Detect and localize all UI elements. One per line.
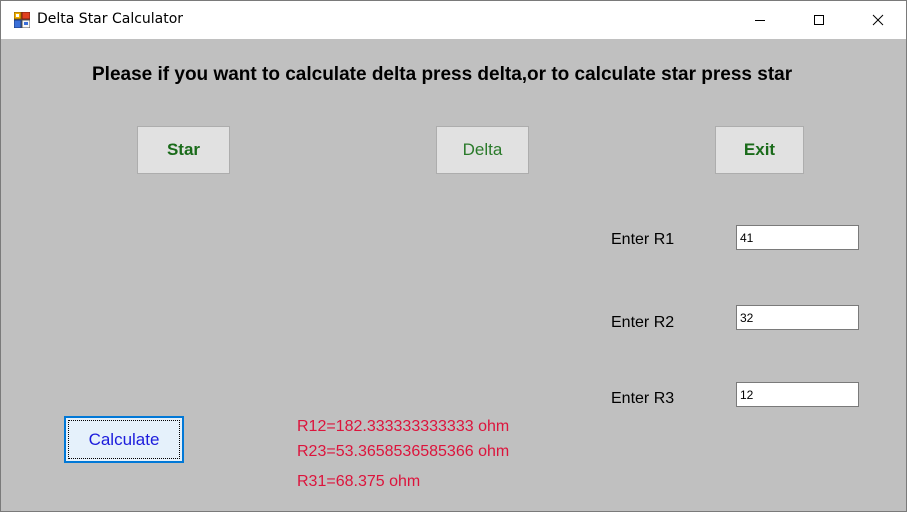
title-bar[interactable]: Delta Star Calculator [1,1,906,39]
r1-label: Enter R1 [611,231,675,248]
minimize-button[interactable] [737,1,783,39]
star-button[interactable]: Star [137,126,230,174]
maximize-icon [814,15,824,25]
r1-input[interactable] [736,225,859,250]
result-r23: R23=53.3658536585366 ohm [297,443,510,460]
instruction-label: Please if you want to calculate delta pr… [92,64,793,85]
exit-button[interactable]: Exit [715,126,804,174]
r2-input[interactable] [736,305,859,330]
calculate-button[interactable]: Calculate [64,416,184,463]
maximize-button[interactable] [796,1,842,39]
minimize-icon [755,20,765,21]
window-title: Delta Star Calculator [37,11,184,27]
close-button[interactable] [855,1,901,39]
r3-input[interactable] [736,382,859,407]
result-r31: R31=68.375 ohm [297,473,421,490]
delta-button[interactable]: Delta [436,126,529,174]
form-client-area: Please if you want to calculate delta pr… [1,39,906,511]
main-window: Delta Star Calculator Please if you want… [0,0,907,512]
r2-label: Enter R2 [611,314,675,331]
close-icon [872,14,884,26]
app-icon [13,11,31,29]
result-r12: R12=182.333333333333 ohm [297,418,510,435]
r3-label: Enter R3 [611,390,675,407]
